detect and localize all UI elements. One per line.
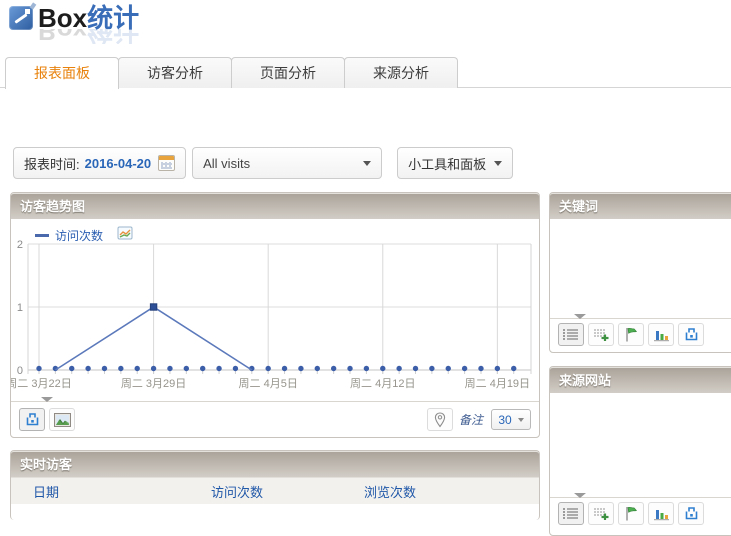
realtime-visitors-widget: 实时访客 日期 访问次数 浏览次数 <box>10 450 540 520</box>
svg-text:2: 2 <box>17 239 23 251</box>
logo-wordmark: Box统计 Box统计 <box>38 5 139 31</box>
all-columns-view-icon[interactable] <box>588 502 614 525</box>
export-data-icon[interactable] <box>19 408 45 431</box>
rows-count-select[interactable]: 30 <box>491 409 531 430</box>
visitor-graph-chart: 2 1 0周二 3月22日 周二 3月29日 周二 4月5日 周二 4月12日 周二 4月1… <box>11 219 539 401</box>
export-data-icon[interactable] <box>678 502 704 525</box>
svg-text:周二 4月19日: 周二 4月19日 <box>465 377 530 390</box>
export-image-icon[interactable] <box>49 408 75 431</box>
metrics-picker-icon[interactable] <box>117 226 134 244</box>
collapse-handle-icon[interactable] <box>574 314 586 319</box>
column-visits: 访问次数 <box>211 482 364 501</box>
svg-text:0: 0 <box>17 365 23 377</box>
legend-line-swatch <box>35 234 49 237</box>
keywords-empty-body <box>550 219 731 318</box>
rows-count-value: 30 <box>498 413 511 427</box>
widgets-button-label: 小工具和面板 <box>408 154 486 173</box>
realtime-table-header: 日期 访问次数 浏览次数 <box>11 477 539 504</box>
svg-text:1: 1 <box>17 302 23 314</box>
app-logo[interactable]: Box统计 Box统计 <box>9 5 139 31</box>
logo-icon <box>9 6 33 30</box>
chevron-down-icon <box>494 161 502 166</box>
widgets-and-dashboard-button[interactable]: 小工具和面板 <box>397 147 513 179</box>
line-chart: 2 1 0周二 3月22日 周二 3月29日 周二 4月5日 周二 4月12日 周二 4月1… <box>11 219 539 401</box>
annotation-pin-icon[interactable] <box>427 408 453 431</box>
filter-row: 报表时间: 2016-04-20 All visits 小工具和面板 <box>13 147 513 179</box>
column-date: 日期 <box>11 482 211 501</box>
visitor-graph-title[interactable]: 访客趋势图 <box>11 193 539 219</box>
tab-dashboard[interactable]: 报表面板 <box>5 57 119 89</box>
chevron-down-icon <box>518 418 524 422</box>
tab-visitors[interactable]: 访客分析 <box>118 57 232 88</box>
keywords-widget-title[interactable]: 关键词 <box>550 193 731 219</box>
svg-text:周二 4月12日: 周二 4月12日 <box>350 377 415 390</box>
svg-text:周二 3月22日: 周二 3月22日 <box>11 377 72 390</box>
keywords-widget-footer <box>550 318 731 350</box>
calendar-icon <box>158 155 175 171</box>
visitor-graph-widget: 访客趋势图 2 1 0周二 3月22日 周二 3月29日 周二 4月5日 周二 4月12日… <box>10 192 540 438</box>
referrers-widget-title[interactable]: 来源网站 <box>550 367 731 393</box>
segment-selected-value: All visits <box>203 156 250 171</box>
table-view-icon[interactable] <box>558 323 584 346</box>
date-value: 2016-04-20 <box>85 156 152 171</box>
chevron-down-icon <box>363 161 371 166</box>
collapse-handle-icon[interactable] <box>41 397 53 402</box>
visitor-graph-footer: 备注 30 <box>11 401 539 437</box>
referrer-websites-widget: 来源网站 <box>549 366 731 536</box>
goals-flag-icon[interactable] <box>618 502 644 525</box>
segment-selector[interactable]: All visits <box>192 147 382 179</box>
column-pageviews: 浏览次数 <box>364 482 539 501</box>
collapse-handle-icon[interactable] <box>574 493 586 498</box>
bar-chart-view-icon[interactable] <box>648 502 674 525</box>
referrers-empty-body <box>550 393 731 497</box>
top-bar: Box统计 Box统计 <box>0 0 731 57</box>
referrers-widget-footer <box>550 497 731 529</box>
goals-flag-icon[interactable] <box>618 323 644 346</box>
svg-text:周二 4月5日: 周二 4月5日 <box>239 377 298 390</box>
tab-pages[interactable]: 页面分析 <box>231 57 345 88</box>
bar-chart-view-icon[interactable] <box>648 323 674 346</box>
main-tab-bar: 报表面板 访客分析 页面分析 来源分析 <box>0 57 731 88</box>
date-label: 报表时间: <box>24 154 80 173</box>
chart-legend: 访问次数 <box>35 226 134 244</box>
date-selector-button[interactable]: 报表时间: 2016-04-20 <box>13 147 186 179</box>
all-columns-view-icon[interactable] <box>588 323 614 346</box>
tab-referrers[interactable]: 来源分析 <box>344 57 458 88</box>
table-view-icon[interactable] <box>558 502 584 525</box>
logo-reflection: Box统计 <box>38 29 139 44</box>
svg-text:周二 3月29日: 周二 3月29日 <box>121 377 186 390</box>
legend-label: 访问次数 <box>55 227 103 244</box>
annotations-link[interactable]: 备注 <box>459 411 483 428</box>
realtime-widget-title[interactable]: 实时访客 <box>11 451 539 477</box>
keywords-widget: 关键词 <box>549 192 731 353</box>
export-data-icon[interactable] <box>678 323 704 346</box>
